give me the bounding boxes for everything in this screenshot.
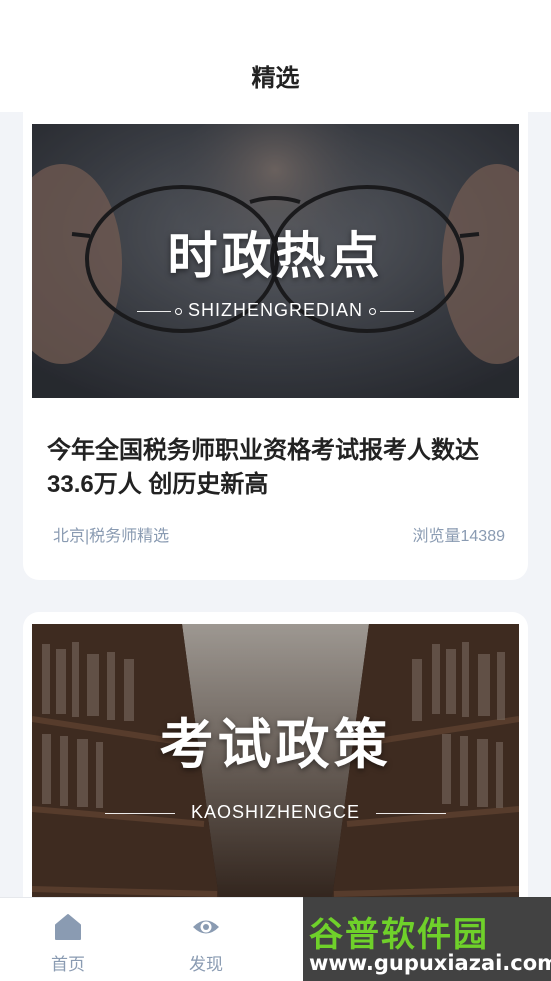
- divider-line: [380, 310, 415, 312]
- watermark-url: www.gupuxiazai.com: [309, 951, 551, 975]
- article-title[interactable]: 今年全国税务师职业资格考试报考人数达33.6万人 创历史新高: [47, 434, 507, 502]
- article-source: 北京|税务师精选: [53, 528, 170, 545]
- dot-icon: [174, 307, 182, 315]
- tab-home-label: 首页: [51, 955, 85, 974]
- tab-discover-label: 发现: [189, 955, 223, 974]
- article-views: 浏览量14389: [412, 528, 506, 545]
- eye-icon: [193, 920, 219, 934]
- watermark-brand: 谷普软件园: [309, 915, 489, 955]
- banner-subtitle-text: KAOSHIZHENGCE: [190, 802, 361, 822]
- banner-subtitle: KAOSHIZHENGCE: [32, 802, 519, 823]
- article-feed[interactable]: 时政热点 SHIZHENGREDIAN 今年全国税务师职业资格考试报考人数达33…: [0, 112, 551, 897]
- header: 精选: [0, 0, 551, 112]
- article-card[interactable]: 考试政策 KAOSHIZHENGCE: [23, 612, 528, 897]
- divider-line: [136, 310, 171, 312]
- article-banner-image: 考试政策 KAOSHIZHENGCE: [32, 624, 519, 897]
- dot-icon: [369, 307, 377, 315]
- article-card[interactable]: 时政热点 SHIZHENGREDIAN 今年全国税务师职业资格考试报考人数达33…: [23, 112, 528, 580]
- divider-line: [104, 812, 175, 814]
- tab-discover[interactable]: 发现: [171, 912, 241, 975]
- tab-home[interactable]: 首页: [33, 912, 103, 975]
- banner-subtitle-text: SHIZHENGREDIAN: [187, 300, 363, 320]
- banner-title: 时政热点: [167, 228, 384, 284]
- page-title: 精选: [251, 65, 300, 92]
- article-banner-image: 时政热点 SHIZHENGREDIAN: [32, 124, 519, 398]
- banner-subtitle: SHIZHENGREDIAN: [32, 300, 519, 321]
- watermark-logo: 谷普软件园 www.gupuxiazai.com: [303, 897, 551, 981]
- home-icon: [55, 914, 81, 940]
- banner-title: 考试政策: [159, 715, 392, 775]
- divider-line: [376, 812, 447, 814]
